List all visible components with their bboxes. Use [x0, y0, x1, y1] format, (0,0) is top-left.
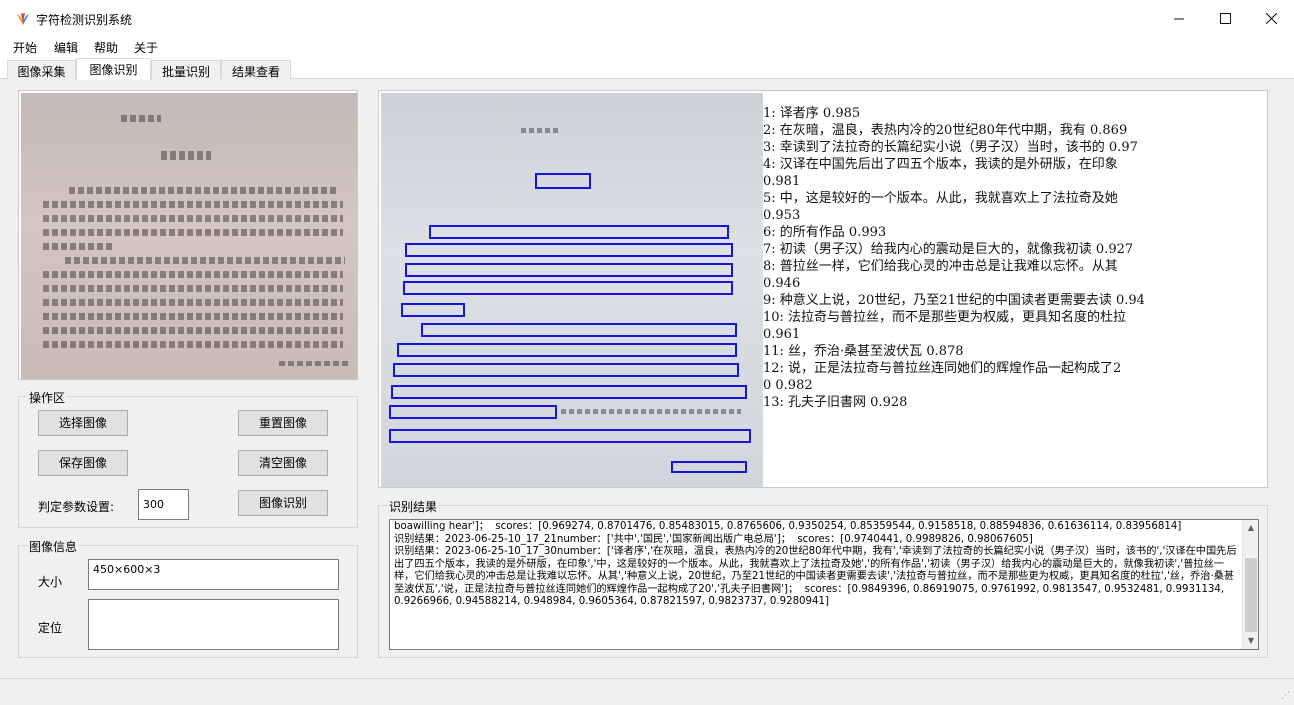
- log-scrollbar[interactable]: ▲ ▼: [1242, 520, 1258, 649]
- title-bar: 字符检测识别系统: [0, 0, 1294, 36]
- maximize-icon: [1219, 12, 1231, 24]
- position-label: 定位: [38, 621, 63, 635]
- app-logo-icon: [17, 13, 29, 25]
- tab-image-recognition[interactable]: 图像识别: [76, 58, 151, 80]
- ocr-line: 10: 法拉奇与普拉丝，而不是那些更为权威，更具知名度的杜拉: [763, 310, 1127, 325]
- ocr-line: 0.961: [763, 327, 801, 342]
- ocr-line: 6: 的所有作品 0.993: [763, 225, 887, 240]
- tab-strip: 图像采集 图像识别 批量识别 结果查看: [0, 58, 1294, 80]
- detection-box: [389, 429, 751, 443]
- result-group-title: 识别结果: [387, 498, 440, 515]
- ocr-line: 0.981: [763, 174, 801, 189]
- minimize-button[interactable]: [1156, 0, 1202, 36]
- menu-edit[interactable]: 编辑: [54, 39, 78, 56]
- status-bar: ⋰: [0, 678, 1294, 705]
- result-log-textarea[interactable]: boawilling hear']； scores：[0.969274, 0.8…: [389, 519, 1259, 650]
- tab-batch-recognition[interactable]: 批量识别: [151, 60, 221, 79]
- scroll-down-icon[interactable]: ▼: [1243, 633, 1258, 649]
- ocr-line: 0.953: [763, 208, 801, 223]
- ocr-line: 3: 幸读到了法拉奇的长篇纪实小说（男子汉）当时，该书的 0.97: [763, 140, 1138, 155]
- ocr-line: 11: 丝，乔治·桑甚至波伏瓦 0.878: [763, 344, 964, 359]
- source-image-panel: [18, 90, 358, 380]
- size-label: 大小: [38, 575, 63, 589]
- ocr-line: 0.946: [763, 276, 801, 291]
- scroll-up-icon[interactable]: ▲: [1243, 520, 1258, 536]
- scroll-thumb[interactable]: [1245, 558, 1257, 632]
- image-info-group-title: 图像信息: [27, 538, 80, 555]
- ocr-line: 8: 普拉丝一样，它们给我心灵的冲击总是让我难以忘怀。从其: [763, 259, 1118, 274]
- detection-box: [393, 363, 739, 377]
- menu-about[interactable]: 关于: [134, 39, 158, 56]
- detection-box: [403, 281, 733, 295]
- detection-box: [397, 343, 737, 357]
- ocr-line: 12: 说，正是法拉奇与普拉丝连同她们的辉煌作品一起构成了2: [763, 361, 1122, 376]
- select-image-button[interactable]: 选择图像: [38, 410, 128, 436]
- menu-help[interactable]: 帮助: [94, 39, 118, 56]
- detected-book-page-image: [381, 93, 763, 487]
- ocr-line: 5: 中，这是较好的一个版本。从此，我就喜欢上了法拉奇及她: [763, 191, 1118, 206]
- operation-group-title: 操作区: [27, 389, 68, 406]
- resize-grip-icon[interactable]: ⋰: [1281, 691, 1290, 701]
- detection-box: [405, 243, 733, 257]
- maximize-button[interactable]: [1202, 0, 1248, 36]
- detection-box: [671, 461, 747, 473]
- close-icon: [1265, 12, 1277, 24]
- param-input[interactable]: [138, 489, 189, 520]
- detection-box: [401, 303, 465, 317]
- clear-image-button[interactable]: 清空图像: [238, 450, 328, 476]
- position-field[interactable]: [88, 599, 339, 650]
- tab-image-capture[interactable]: 图像采集: [7, 60, 76, 79]
- ocr-line: 13: 孔夫子旧書网 0.928: [763, 395, 908, 410]
- ocr-line: 2: 在灰暗，温良，表热内冷的20世纪80年代中期，我有 0.869: [763, 123, 1128, 138]
- save-image-button[interactable]: 保存图像: [38, 450, 128, 476]
- ocr-text-output: 1: 译者序 0.985 2: 在灰暗，温良，表热内冷的20世纪80年代中期，我有…: [763, 105, 1267, 411]
- size-field[interactable]: 450×600×3: [88, 559, 339, 590]
- result-log-text: boawilling hear']； scores：[0.969274, 0.8…: [394, 521, 1237, 607]
- detection-box: [405, 263, 733, 277]
- reset-image-button[interactable]: 重置图像: [238, 410, 328, 436]
- param-label: 判定参数设置:: [38, 500, 115, 514]
- ocr-line: 4: 汉译在中国先后出了四五个版本，我读的是外研版，在印象: [763, 157, 1118, 172]
- ocr-line: 9: 种意义上说，20世纪，乃至21世纪的中国读者更需要去读 0.94: [763, 293, 1145, 308]
- menu-bar: 开始 编辑 帮助 关于: [0, 36, 1294, 58]
- source-book-page-image: [21, 93, 357, 379]
- detection-box: [421, 323, 737, 337]
- minimize-icon: [1173, 18, 1184, 19]
- detection-box: [429, 225, 729, 239]
- tab-result-view[interactable]: 结果查看: [221, 60, 291, 79]
- menu-start[interactable]: 开始: [13, 39, 37, 56]
- close-button[interactable]: [1248, 0, 1294, 36]
- detection-box: [535, 173, 591, 189]
- ocr-line: 1: 译者序 0.985: [763, 106, 861, 121]
- ocr-line: 0 0.982: [763, 378, 813, 393]
- recognize-image-button[interactable]: 图像识别: [238, 490, 328, 516]
- window-title: 字符检测识别系统: [36, 13, 133, 27]
- ocr-line: 7: 初读（男子汉）给我内心的震动是巨大的，就像我初读 0.927: [763, 242, 1134, 257]
- detection-box: [391, 385, 747, 399]
- detection-result-panel: 1: 译者序 0.985 2: 在灰暗，温良，表热内冷的20世纪80年代中期，我有…: [378, 90, 1268, 488]
- detection-box: [389, 405, 557, 419]
